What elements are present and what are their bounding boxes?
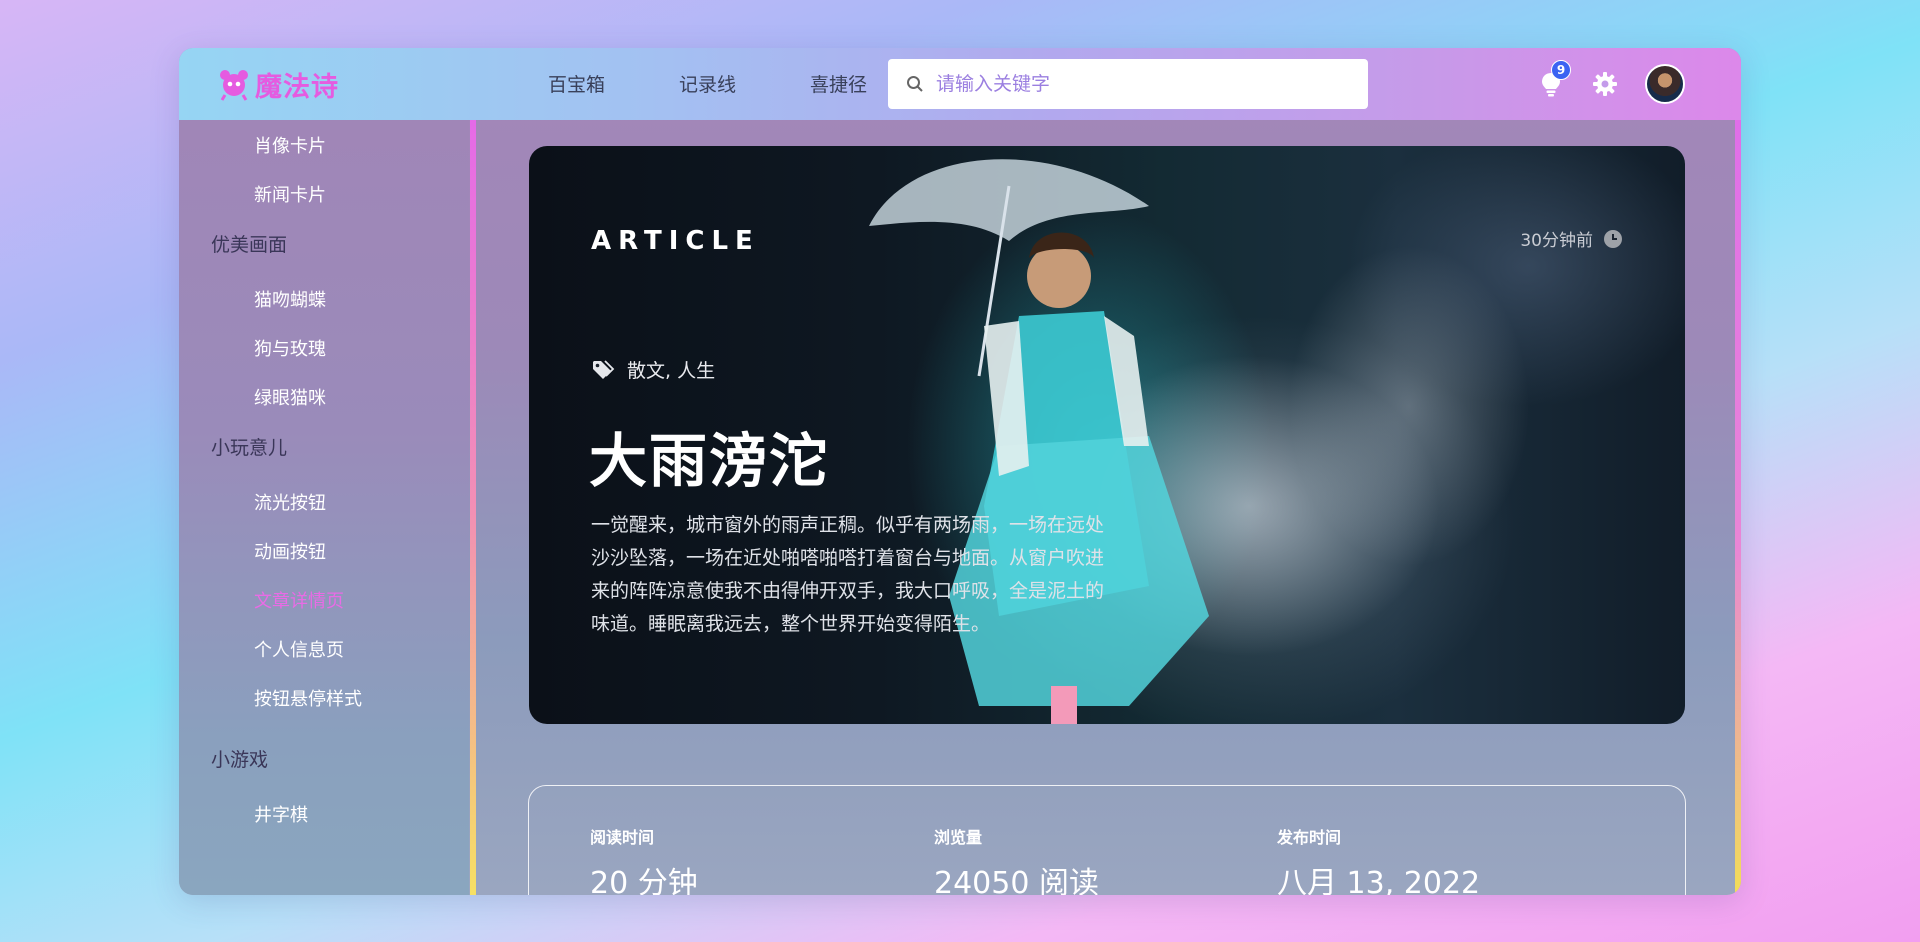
article-tags-text: 散文, 人生 [627, 360, 716, 382]
logo[interactable]: 魔法诗 [217, 66, 339, 103]
settings-button[interactable] [1591, 64, 1619, 104]
user-avatar[interactable] [1645, 64, 1685, 104]
app-window: 魔法诗 百宝箱 记录线 喜捷径 9 [179, 48, 1741, 895]
stat-value: 20 分钟 [590, 866, 698, 895]
article-label: ARTICLE [591, 226, 760, 256]
article-tags: 散文, 人生 [591, 356, 715, 383]
search-box[interactable] [888, 59, 1368, 109]
stat-value: 24050 阅读 [934, 866, 1099, 895]
notification-badge: 9 [1551, 60, 1571, 80]
scroll-accent-bar [1735, 120, 1741, 895]
stat-label: 阅读时间 [590, 828, 655, 847]
nav-item-records[interactable]: 记录线 [642, 70, 773, 97]
article-time-text: 30分钟前 [1520, 231, 1593, 251]
nav-item-shortcuts[interactable]: 喜捷径 [773, 70, 904, 97]
article-title: 大雨滂沱 [589, 427, 830, 495]
sidebar-accent-bar [470, 120, 476, 895]
logo-icon [220, 70, 248, 101]
sidebar-group-gadgets[interactable]: 小玩意儿 [211, 433, 287, 460]
article-description: 一觉醒来，城市窗外的雨声正稠。似乎有两场雨，一场在远处沙沙坠落，一场在近处啪嗒啪… [591, 514, 1105, 635]
tag-icon [593, 359, 615, 379]
sidebar-group-scenes[interactable]: 优美画面 [211, 230, 287, 257]
sidebar-item-portrait-card[interactable]: 肖像卡片 [254, 132, 326, 158]
sidebar-item-news-card[interactable]: 新闻卡片 [254, 181, 326, 207]
sidebar-group-games[interactable]: 小游戏 [211, 745, 268, 772]
sidebar-item-hover-button[interactable]: 按钮悬停样式 [254, 685, 362, 711]
sidebar-item-animated-button[interactable]: 动画按钮 [254, 538, 326, 564]
article-time: 30分钟前 [1520, 226, 1623, 251]
sidebar-item-green-eye-cat[interactable]: 绿眼猫咪 [254, 384, 326, 410]
main-nav: 百宝箱 记录线 喜捷径 [511, 70, 904, 97]
sidebar: 肖像卡片 新闻卡片 优美画面 猫吻蝴蝶 狗与玫瑰 绿眼猫咪 小玩意儿 流光按钮 … [179, 120, 469, 895]
sidebar-item-dog-rose[interactable]: 狗与玫瑰 [254, 335, 326, 361]
stat-label: 浏览量 [934, 828, 983, 847]
sidebar-item-article-detail[interactable]: 文章详情页 [254, 587, 344, 613]
gear-icon [1593, 72, 1617, 96]
sidebar-item-tic-tac-toe[interactable]: 井字棋 [254, 801, 308, 827]
top-bar: 魔法诗 百宝箱 记录线 喜捷径 9 [179, 48, 1741, 120]
stat-views: 浏览量 24050 阅读 [934, 824, 1099, 895]
search-input[interactable] [936, 73, 1336, 95]
article-stats-card: 阅读时间 20 分钟 浏览量 24050 阅读 发布时间 八月 13, 2022 [528, 785, 1686, 895]
sidebar-item-glow-button[interactable]: 流光按钮 [254, 489, 326, 515]
stat-read-time: 阅读时间 20 分钟 [590, 824, 698, 895]
clock-icon [1604, 229, 1622, 248]
stat-publish-date: 发布时间 八月 13, 2022 [1277, 824, 1480, 895]
nav-item-treasure[interactable]: 百宝箱 [511, 70, 642, 97]
notification-button[interactable]: 9 [1537, 60, 1571, 104]
logo-text: 魔法诗 [255, 71, 339, 103]
stat-value: 八月 13, 2022 [1277, 866, 1481, 895]
sidebar-item-profile[interactable]: 个人信息页 [254, 636, 344, 662]
stat-label: 发布时间 [1277, 828, 1342, 847]
article-hero-card: ARTICLE 30分钟前 散文, 人生 大雨滂沱 一觉醒来，城市窗外的雨声正稠… [529, 146, 1685, 724]
toolbar: 9 [1537, 60, 1685, 104]
search-icon [907, 76, 923, 92]
sidebar-item-cat-butterfly[interactable]: 猫吻蝴蝶 [254, 286, 326, 312]
